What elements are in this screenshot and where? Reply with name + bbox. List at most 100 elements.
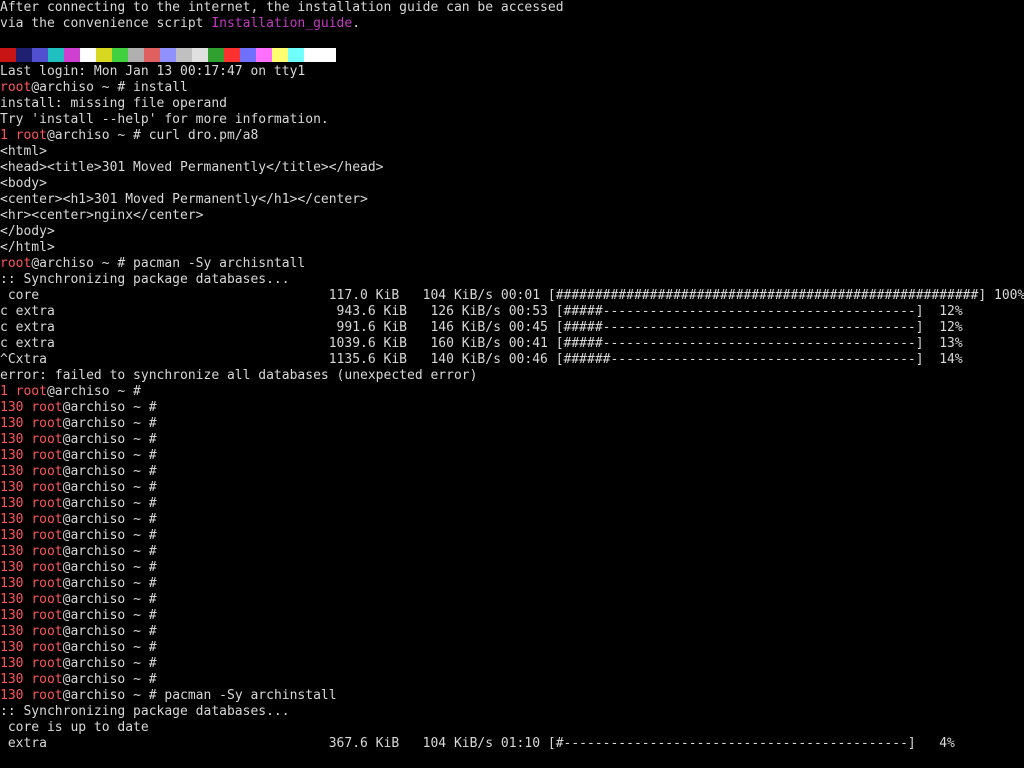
exit-code: 130 xyxy=(0,608,24,623)
prompt-host: @archiso ~ # xyxy=(62,560,157,575)
intro-line-2-suffix: . xyxy=(352,16,361,31)
exit-code: 130 xyxy=(0,400,24,415)
prompt-line-130: 130 root@archiso ~ # xyxy=(0,480,157,496)
prompt-host: @archiso ~ # xyxy=(62,480,157,495)
prompt-user: root xyxy=(0,256,32,271)
prompt-host: @archiso ~ # xyxy=(62,640,157,655)
tty-console[interactable]: { "intro": { "line1": "After connecting … xyxy=(0,0,1024,768)
exit-code: 130 xyxy=(0,416,24,431)
prompt-user: root xyxy=(0,80,32,95)
exit-code: 130 xyxy=(0,448,24,463)
prompt-user: root xyxy=(31,496,63,511)
exit-code: 130 xyxy=(0,512,24,527)
prompt-line-130: 130 root@archiso ~ # xyxy=(0,656,157,672)
color-swatch xyxy=(128,48,144,62)
command-text: install xyxy=(125,80,188,95)
prompt-host: @archiso ~ # xyxy=(62,400,157,415)
prompt-user: root xyxy=(31,512,63,527)
prompt-host: @archiso ~ # xyxy=(62,624,157,639)
color-swatch xyxy=(208,48,224,62)
prompt-line-130: 130 root@archiso ~ # xyxy=(0,640,157,656)
prompt-line-130: 130 root@archiso ~ # xyxy=(0,672,157,688)
prompt-host: @archiso ~ # xyxy=(62,688,157,703)
prompt-line-130: 130 root@archiso ~ # xyxy=(0,416,157,432)
prompt-host: @archiso ~ # xyxy=(62,448,157,463)
color-swatch xyxy=(0,48,16,62)
prompt-user: root xyxy=(31,640,63,655)
sync-message: :: Synchronizing package databases... xyxy=(0,704,290,719)
intro-line-1: After connecting to the internet, the in… xyxy=(0,0,564,15)
html-output-line: <html> xyxy=(0,144,47,159)
prompt-host: @archiso ~ # xyxy=(31,80,126,95)
prompt-user: root xyxy=(31,592,63,607)
sync-error-line: error: failed to synchronize all databas… xyxy=(0,368,478,383)
prompt-host: @archiso ~ # xyxy=(62,496,157,511)
color-swatch xyxy=(48,48,64,62)
exit-code: 130 xyxy=(0,656,24,671)
prompt-line-130: 130 root@archiso ~ # xyxy=(0,624,157,640)
prompt-host: @archiso ~ # xyxy=(62,544,157,559)
last-login-line: Last login: Mon Jan 13 00:17:47 on tty1 xyxy=(0,64,306,79)
exit-code: 130 xyxy=(0,640,24,655)
color-swatch xyxy=(224,48,240,62)
prompt-user: root xyxy=(31,688,63,703)
color-swatch xyxy=(272,48,288,62)
exit-code: 130 xyxy=(0,480,24,495)
prompt-user: root xyxy=(15,128,47,143)
color-swatch xyxy=(144,48,160,62)
exit-code: 130 xyxy=(0,624,24,639)
exit-code: 130 xyxy=(0,528,24,543)
color-swatch xyxy=(192,48,208,62)
color-swatch xyxy=(288,48,304,62)
prompt-line-empty: 1 root@archiso ~ # xyxy=(0,384,141,400)
html-output-line: <center><h1>301 Moved Permanently</h1></… xyxy=(0,192,368,207)
exit-code: 130 xyxy=(0,496,24,511)
sync-progress-row: extra 367.6 KiB 104 KiB/s 01:10 [#------… xyxy=(0,736,955,751)
prompt-user: root xyxy=(31,528,63,543)
html-output-line: <hr><center>nginx</center> xyxy=(0,208,204,223)
prompt-line-130: 130 root@archiso ~ # xyxy=(0,528,157,544)
command-text: pacman -Sy archisntall xyxy=(125,256,306,271)
color-swatch xyxy=(160,48,176,62)
color-swatch xyxy=(176,48,192,62)
prompt-user: root xyxy=(31,672,63,687)
prompt-host: @archiso ~ # xyxy=(62,464,157,479)
prompt-line-130: 130 root@archiso ~ # xyxy=(0,400,157,416)
prompt-user: root xyxy=(31,624,63,639)
prompt-host: @archiso ~ # xyxy=(62,512,157,527)
exit-code: 130 xyxy=(0,544,24,559)
color-test-bar xyxy=(0,48,336,62)
color-swatch xyxy=(304,48,336,62)
prompt-line-130: 130 root@archiso ~ # xyxy=(0,544,157,560)
prompt-host: @archiso ~ # xyxy=(62,656,157,671)
installation-guide-link[interactable]: Installation_guide xyxy=(211,16,352,31)
prompt-line-130: 130 root@archiso ~ # xyxy=(0,576,157,592)
color-swatch xyxy=(64,48,80,62)
exit-code: 130 xyxy=(0,560,24,575)
prompt-line-130: 130 root@archiso ~ # xyxy=(0,592,157,608)
color-swatch xyxy=(256,48,272,62)
prompt-user: root xyxy=(31,560,63,575)
prompt-line-130: 130 root@archiso ~ # xyxy=(0,608,157,624)
color-swatch xyxy=(32,48,48,62)
sync-progress-row: ^Cxtra 1135.6 KiB 140 KiB/s 00:46 [#####… xyxy=(0,352,963,367)
exit-code: 130 xyxy=(0,464,24,479)
color-swatch xyxy=(240,48,256,62)
prompt-user: root xyxy=(31,544,63,559)
prompt-host: @archiso ~ # xyxy=(46,128,141,143)
prompt-user: root xyxy=(15,384,47,399)
html-output-line: </html> xyxy=(0,240,55,255)
sync-message: :: Synchronizing package databases... xyxy=(0,272,290,287)
output-line: install: missing file operand xyxy=(0,96,227,111)
prompt-user: root xyxy=(31,448,63,463)
prompt-user: root xyxy=(31,480,63,495)
html-output-line: <body> xyxy=(0,176,47,191)
prompt-host: @archiso ~ # xyxy=(31,256,126,271)
prompt-host: @archiso ~ # xyxy=(62,672,157,687)
exit-code: 130 xyxy=(0,688,24,703)
exit-code: 130 xyxy=(0,672,24,687)
sync-progress-row: core 117.0 KiB 104 KiB/s 00:01 [########… xyxy=(0,288,1024,303)
sync-progress-row: c extra 1039.6 KiB 160 KiB/s 00:41 [####… xyxy=(0,336,963,351)
color-swatch xyxy=(16,48,32,62)
html-output-line: </body> xyxy=(0,224,55,239)
